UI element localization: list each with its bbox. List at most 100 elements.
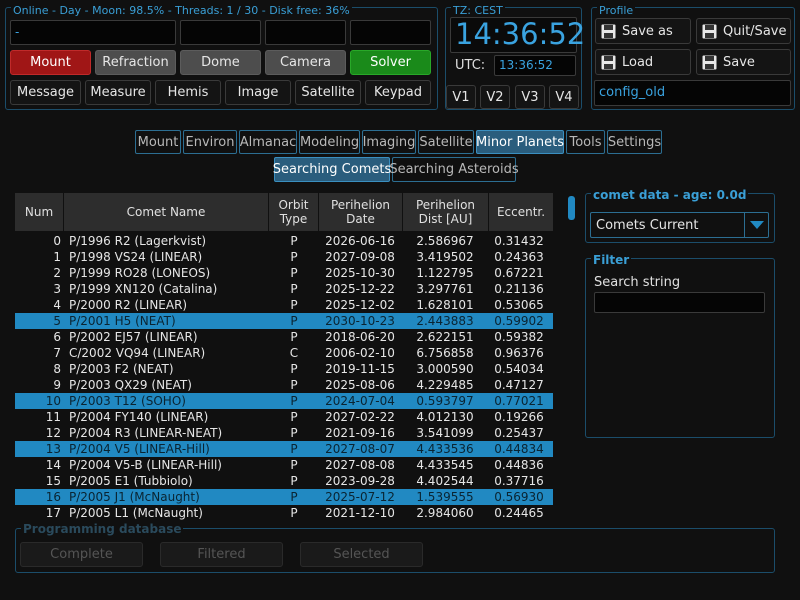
cell-eccentricity: 0.19266 bbox=[494, 410, 544, 424]
cell-perihelion-dist: 0.593797 bbox=[416, 394, 474, 408]
cell-eccentricity: 0.59902 bbox=[494, 314, 544, 328]
header-orbit-type[interactable]: Orbit Type bbox=[269, 193, 319, 231]
tab-settings[interactable]: Settings bbox=[607, 130, 662, 154]
selected-button[interactable]: Selected bbox=[300, 542, 423, 567]
profile-name-field[interactable]: config_old bbox=[594, 80, 791, 106]
cell-eccentricity: 0.31432 bbox=[494, 234, 544, 248]
comet-source-select[interactable]: Comets Current bbox=[590, 212, 769, 238]
save-button[interactable]: Save bbox=[696, 49, 791, 75]
cell-perihelion-date: 2023-09-28 bbox=[325, 474, 395, 488]
message-button[interactable]: Message bbox=[10, 80, 81, 105]
table-row[interactable]: 16 P/2005 J1 (McNaught) P 2025-07-12 1.53955… bbox=[15, 489, 553, 505]
cell-comet-name: P/2005 E1 (Tubbiolo) bbox=[69, 474, 193, 488]
dropdown-button[interactable] bbox=[744, 213, 768, 237]
table-row[interactable]: 13 P/2004 V5 (LINEAR-Hill) P 2027-08-07 4.43… bbox=[15, 441, 553, 457]
cell-eccentricity: 0.25437 bbox=[494, 426, 544, 440]
tab-mount[interactable]: Mount bbox=[135, 130, 181, 154]
header-comet-name[interactable]: Comet Name bbox=[64, 193, 269, 231]
search-string-input[interactable] bbox=[594, 292, 765, 313]
cell-perihelion-date: 2030-10-23 bbox=[325, 314, 395, 328]
tab-searching-asteroids[interactable]: Searching Asteroids bbox=[389, 157, 519, 182]
complete-button[interactable]: Complete bbox=[20, 542, 143, 567]
cell-perihelion-dist: 1.122795 bbox=[416, 266, 474, 280]
table-row[interactable]: 8 P/2003 F2 (NEAT) P 2019-11-15 3.000590 0.54… bbox=[15, 361, 553, 377]
cell-perihelion-date: 2027-09-08 bbox=[325, 250, 395, 264]
header-perihelion-date[interactable]: Perihelion Date bbox=[319, 193, 403, 231]
tab-environ[interactable]: Environ bbox=[183, 130, 237, 154]
cell-orbit-type: P bbox=[290, 426, 298, 440]
view-3-button[interactable]: V3 bbox=[515, 85, 545, 109]
table-scrollbar[interactable] bbox=[568, 196, 575, 522]
table-row[interactable]: 5 P/2001 H5 (NEAT) P 2030-10-23 2.443883 0.59… bbox=[15, 313, 553, 329]
utc-time-display: 13:36:52 bbox=[494, 55, 576, 76]
cell-num: 6 bbox=[53, 330, 61, 344]
satellite-button[interactable]: Satellite bbox=[295, 80, 361, 105]
cell-comet-name: P/2000 R2 (LINEAR) bbox=[69, 298, 188, 312]
cell-comet-name: P/2004 V5-B (LINEAR-Hill) bbox=[69, 458, 222, 472]
cell-perihelion-date: 2027-08-08 bbox=[325, 458, 395, 472]
table-row[interactable]: 6 P/2002 EJ57 (LINEAR) P 2018-06-20 2.622151… bbox=[15, 329, 553, 345]
tab-almanac[interactable]: Almanac bbox=[239, 130, 297, 154]
utc-label: UTC: bbox=[455, 58, 486, 73]
table-row[interactable]: 14 P/2004 V5-B (LINEAR-Hill) P 2027-08-08 4.… bbox=[15, 457, 553, 473]
header-perihelion-dist[interactable]: Perihelion Dist [AU] bbox=[403, 193, 489, 231]
quit-save-button[interactable]: Quit/Save bbox=[696, 18, 791, 44]
cell-comet-name: P/2005 J1 (McNaught) bbox=[69, 490, 200, 504]
camera-button[interactable]: Camera bbox=[265, 50, 346, 75]
hemis-button[interactable]: Hemis bbox=[155, 80, 221, 105]
header-num-label: Num bbox=[24, 205, 54, 219]
profile-title: Profile bbox=[597, 4, 636, 17]
header-num[interactable]: Num bbox=[15, 193, 64, 231]
table-row[interactable]: 11 P/2004 FY140 (LINEAR) P 2027-02-22 4.0121… bbox=[15, 409, 553, 425]
table-row[interactable]: 17 P/2005 L1 (McNaught) P 2021-12-10 2.98406… bbox=[15, 505, 553, 521]
tab-modeling[interactable]: Modeling bbox=[299, 130, 360, 154]
solver-button[interactable]: Solver bbox=[350, 50, 431, 75]
table-row[interactable]: 2 P/1999 RO28 (LONEOS) P 2025-10-30 1.122795… bbox=[15, 265, 553, 281]
tab-minor-planets[interactable]: Minor Planets bbox=[476, 130, 564, 154]
view-4-button[interactable]: V4 bbox=[549, 85, 579, 109]
tab-satellite[interactable]: Satellite bbox=[418, 130, 474, 154]
keypad-button[interactable]: Keypad bbox=[365, 80, 431, 105]
cell-eccentricity: 0.24465 bbox=[494, 506, 544, 520]
cell-comet-name: P/2001 H5 (NEAT) bbox=[69, 314, 176, 328]
image-button[interactable]: Image bbox=[225, 80, 291, 105]
dome-button[interactable]: Dome bbox=[180, 50, 261, 75]
table-row[interactable]: 15 P/2005 E1 (Tubbiolo) P 2023-09-28 4.40254… bbox=[15, 473, 553, 489]
view-2-button[interactable]: V2 bbox=[480, 85, 510, 109]
mount-button[interactable]: Mount bbox=[10, 50, 91, 75]
table-row[interactable]: 0 P/1996 R2 (Lagerkvist) P 2026-06-16 2.5869… bbox=[15, 233, 553, 249]
cell-eccentricity: 0.44834 bbox=[494, 442, 544, 456]
programming-database-title: Programming database bbox=[21, 522, 184, 536]
table-row[interactable]: 4 P/2000 R2 (LINEAR) P 2025-12-02 1.628101 0.… bbox=[15, 297, 553, 313]
cell-perihelion-dist: 3.297761 bbox=[416, 282, 474, 296]
save-as-button[interactable]: Save as bbox=[595, 18, 691, 44]
load-label: Load bbox=[622, 54, 654, 70]
tab-tools[interactable]: Tools bbox=[566, 130, 605, 154]
cell-perihelion-dist: 3.541099 bbox=[416, 426, 474, 440]
header-perihelion-date-line2: Date bbox=[346, 212, 375, 226]
table-row[interactable]: 10 P/2003 T12 (SOHO) P 2024-07-04 0.593797 0.… bbox=[15, 393, 553, 409]
cell-orbit-type: P bbox=[290, 442, 298, 456]
table-row[interactable]: 3 P/1999 XN120 (Catalina) P 2025-12-22 3.297… bbox=[15, 281, 553, 297]
tab-searching-comets[interactable]: Searching Comets bbox=[273, 157, 391, 182]
cell-eccentricity: 0.59382 bbox=[494, 330, 544, 344]
header-perihelion-dist-line2: Dist [AU] bbox=[418, 212, 473, 226]
profile-name-text: config_old bbox=[599, 85, 666, 100]
cell-perihelion-date: 2021-09-16 bbox=[325, 426, 395, 440]
table-row[interactable]: 9 P/2003 QX29 (NEAT) P 2025-08-06 4.229485 0.… bbox=[15, 377, 553, 393]
table-row[interactable]: 12 P/2004 R3 (LINEAR-NEAT) P 2021-09-16 3.54… bbox=[15, 425, 553, 441]
load-button[interactable]: Load bbox=[595, 49, 691, 75]
cell-perihelion-date: 2025-08-06 bbox=[325, 378, 395, 392]
refraction-button[interactable]: Refraction bbox=[95, 50, 176, 75]
header-eccentricity[interactable]: Eccentr. bbox=[489, 193, 553, 231]
cell-orbit-type: P bbox=[290, 266, 298, 280]
scrollbar-thumb[interactable] bbox=[568, 196, 575, 220]
view-1-button[interactable]: V1 bbox=[446, 85, 476, 109]
cell-perihelion-dist: 1.539555 bbox=[416, 490, 474, 504]
tab-imaging[interactable]: Imaging bbox=[362, 130, 416, 154]
measure-button[interactable]: Measure bbox=[85, 80, 151, 105]
cell-perihelion-date: 2025-12-02 bbox=[325, 298, 395, 312]
table-row[interactable]: 1 P/1998 VS24 (LINEAR) P 2027-09-08 3.419502… bbox=[15, 249, 553, 265]
filtered-button[interactable]: Filtered bbox=[160, 542, 283, 567]
table-row[interactable]: 7 C/2002 VQ94 (LINEAR) C 2006-02-10 6.756858… bbox=[15, 345, 553, 361]
